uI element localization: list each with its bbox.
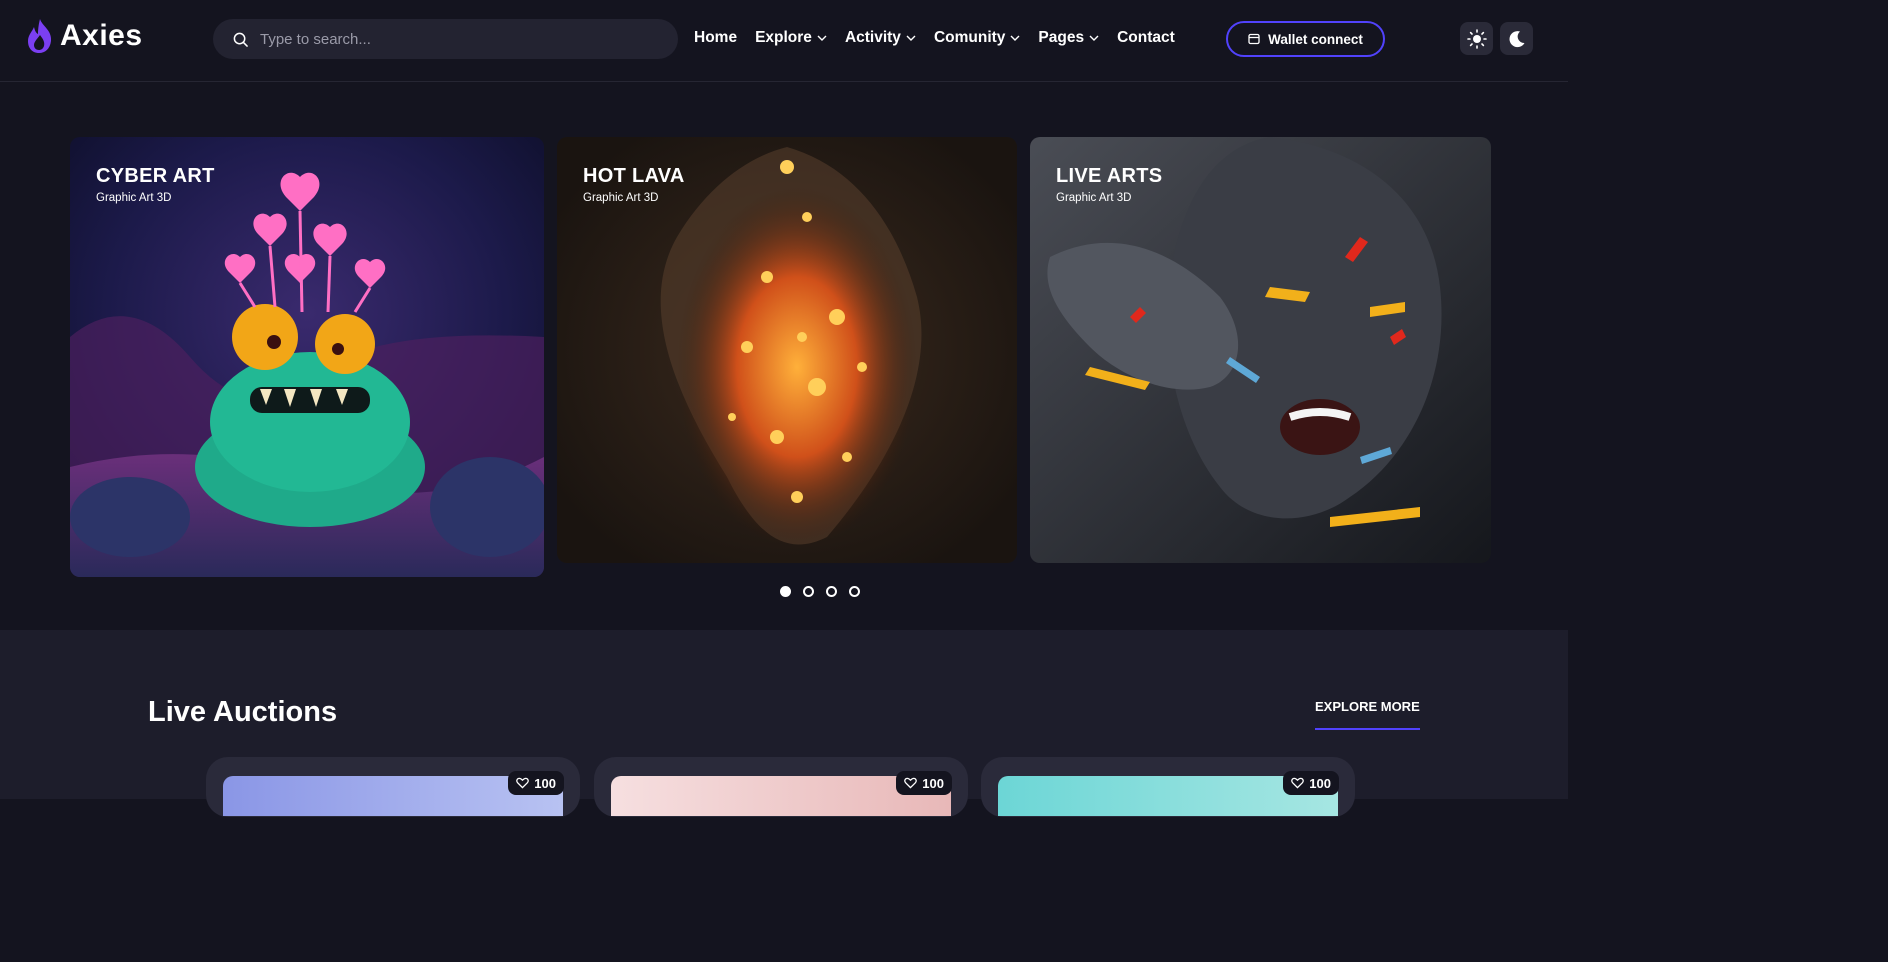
slide-title: HOT LAVA [583, 165, 685, 187]
likes-count: 100 [1309, 775, 1331, 791]
likes-count: 100 [534, 775, 556, 791]
auction-card[interactable]: 100 [594, 757, 968, 817]
likes-count: 100 [922, 775, 944, 791]
carousel-dot[interactable] [803, 586, 814, 597]
logo[interactable]: Axies [26, 18, 143, 54]
nav-pages-label: Pages [1038, 29, 1085, 46]
wallet-icon [1248, 33, 1260, 45]
search-icon [233, 32, 248, 47]
chevron-down-icon [1010, 35, 1020, 41]
heart-icon [904, 777, 918, 789]
chevron-down-icon [906, 35, 916, 41]
heart-icon [516, 777, 530, 789]
wallet-connect-button[interactable]: Wallet connect [1226, 21, 1385, 57]
dark-mode-button[interactable] [1500, 22, 1533, 55]
likes-badge[interactable]: 100 [1283, 771, 1339, 795]
hero-carousel: CYBER ART Graphic Art 3D HOT LAVA Graphi… [0, 83, 1568, 630]
nav-contact[interactable]: Contact [1117, 29, 1175, 47]
light-mode-button[interactable] [1460, 22, 1493, 55]
carousel-pagination [780, 586, 872, 597]
slide-title: CYBER ART [96, 165, 215, 187]
sun-icon [1466, 28, 1487, 49]
slide-subtitle: Graphic Art 3D [583, 192, 659, 204]
nav-community-label: Comunity [933, 29, 1006, 46]
explore-more-link[interactable]: EXPLORE MORE [1315, 699, 1420, 730]
nav-activity[interactable]: Activity [845, 29, 916, 47]
auction-card[interactable]: 100 [206, 757, 580, 817]
nav-home[interactable]: Home [694, 29, 737, 47]
nav-pages[interactable]: Pages [1038, 29, 1099, 47]
heart-icon [1291, 777, 1305, 789]
search-bar [213, 19, 678, 59]
section-title: Live Auctions [148, 696, 338, 728]
slide-title: LIVE ARTS [1056, 165, 1163, 187]
likes-badge[interactable]: 100 [508, 771, 564, 795]
nav-activity-label: Activity [844, 29, 901, 46]
main-nav: Home Explore Activity Comunity Pages Con… [694, 29, 1193, 47]
search-input[interactable] [260, 30, 640, 48]
carousel-dot[interactable] [780, 586, 791, 597]
slide-subtitle: Graphic Art 3D [1056, 192, 1132, 204]
chevron-down-icon [817, 35, 827, 41]
nav-community[interactable]: Comunity [934, 29, 1020, 47]
site-header: Axies Home Explore Activity Comunity Pag… [0, 0, 1568, 82]
brand-name: Axies [60, 19, 143, 52]
nav-home-label: Home [694, 29, 738, 46]
chevron-down-icon [1089, 35, 1099, 41]
slide-hot-lava[interactable]: HOT LAVA Graphic Art 3D [557, 137, 1017, 563]
flame-icon [28, 19, 52, 53]
slide-live-arts[interactable]: LIVE ARTS Graphic Art 3D [1030, 137, 1491, 563]
nav-contact-label: Contact [1117, 29, 1175, 46]
slide-subtitle: Graphic Art 3D [96, 192, 172, 204]
moon-icon [1509, 30, 1524, 47]
nav-explore-label: Explore [755, 29, 812, 46]
likes-badge[interactable]: 100 [896, 771, 952, 795]
slide-cyber-art[interactable]: CYBER ART Graphic Art 3D [70, 137, 544, 577]
carousel-dot[interactable] [826, 586, 837, 597]
auction-card[interactable]: 100 [981, 757, 1355, 817]
carousel-dot[interactable] [849, 586, 860, 597]
wallet-connect-label: Wallet connect [1268, 31, 1363, 47]
nav-explore[interactable]: Explore [755, 29, 827, 47]
